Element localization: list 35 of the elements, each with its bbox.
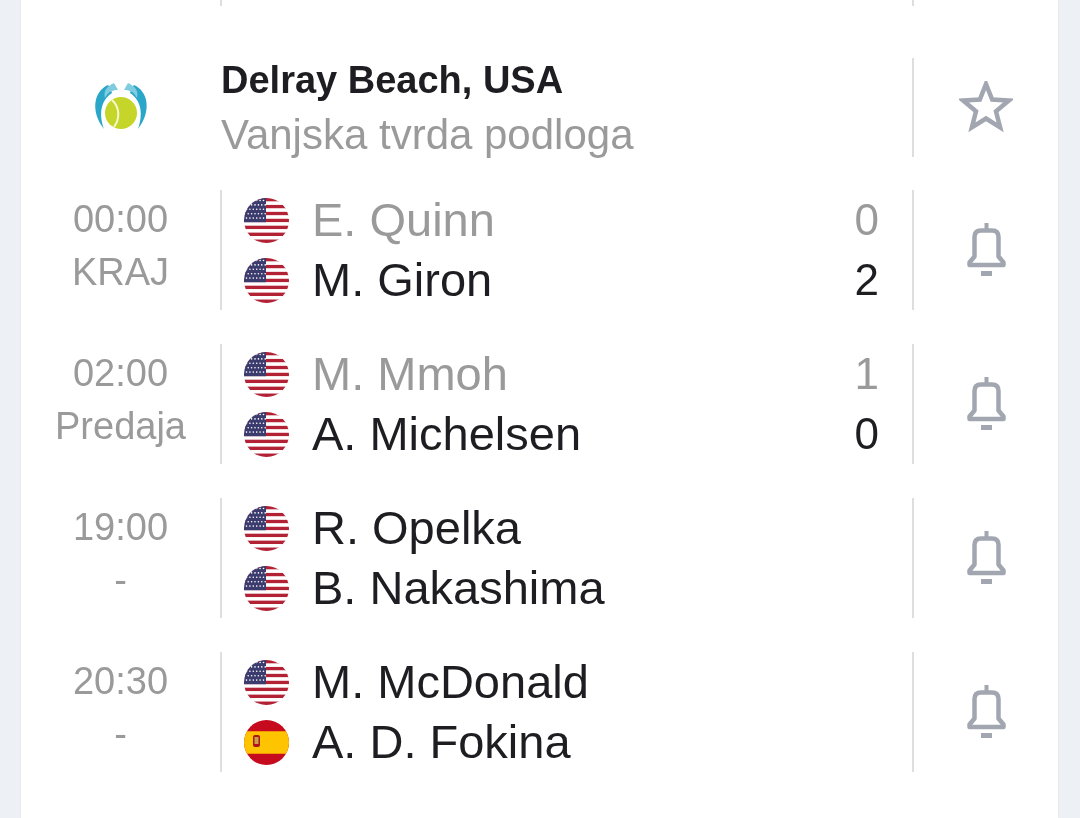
match-status: Predaja <box>55 404 186 449</box>
usa-flag-icon <box>244 197 289 243</box>
match-time: 02:00 <box>72 351 169 396</box>
usa-flag-icon <box>244 411 289 457</box>
player-name: M. Mmoh <box>312 347 509 401</box>
usa-flag-icon <box>244 565 289 611</box>
tournament-name: Delray Beach, USA <box>221 58 565 103</box>
bell-icon[interactable] <box>966 531 1006 585</box>
player-score: 0 <box>854 194 879 246</box>
player-score: 0 <box>854 408 879 460</box>
player-name: B. Nakashima <box>312 561 606 615</box>
player-name: M. Giron <box>312 253 494 307</box>
player-name: A. D. Fokina <box>312 715 572 769</box>
usa-flag-icon <box>244 659 289 705</box>
player-score: 2 <box>854 254 879 306</box>
match-status: - <box>114 558 127 603</box>
player-name: E. Quinn <box>312 193 496 247</box>
match-time: 00:00 <box>72 197 169 242</box>
bell-icon[interactable] <box>966 377 1006 431</box>
match-time: 19:00 <box>72 505 169 550</box>
usa-flag-icon <box>244 505 289 551</box>
match-status: KRAJ <box>71 250 170 295</box>
player-score: 1 <box>854 348 879 400</box>
player-name: A. Michelsen <box>312 407 583 461</box>
star-icon[interactable] <box>959 81 1013 133</box>
player-name: R. Opelka <box>312 501 522 555</box>
player-name: M. McDonald <box>312 655 590 709</box>
match-time: 20:30 <box>72 659 169 704</box>
spain-flag-icon <box>244 719 289 765</box>
bell-icon[interactable] <box>966 685 1006 739</box>
bell-icon[interactable] <box>966 223 1006 277</box>
match-status: - <box>114 712 127 757</box>
usa-flag-icon <box>244 351 289 397</box>
court-surface: Vanjska tvrda podloga <box>221 110 635 160</box>
usa-flag-icon <box>244 257 289 303</box>
